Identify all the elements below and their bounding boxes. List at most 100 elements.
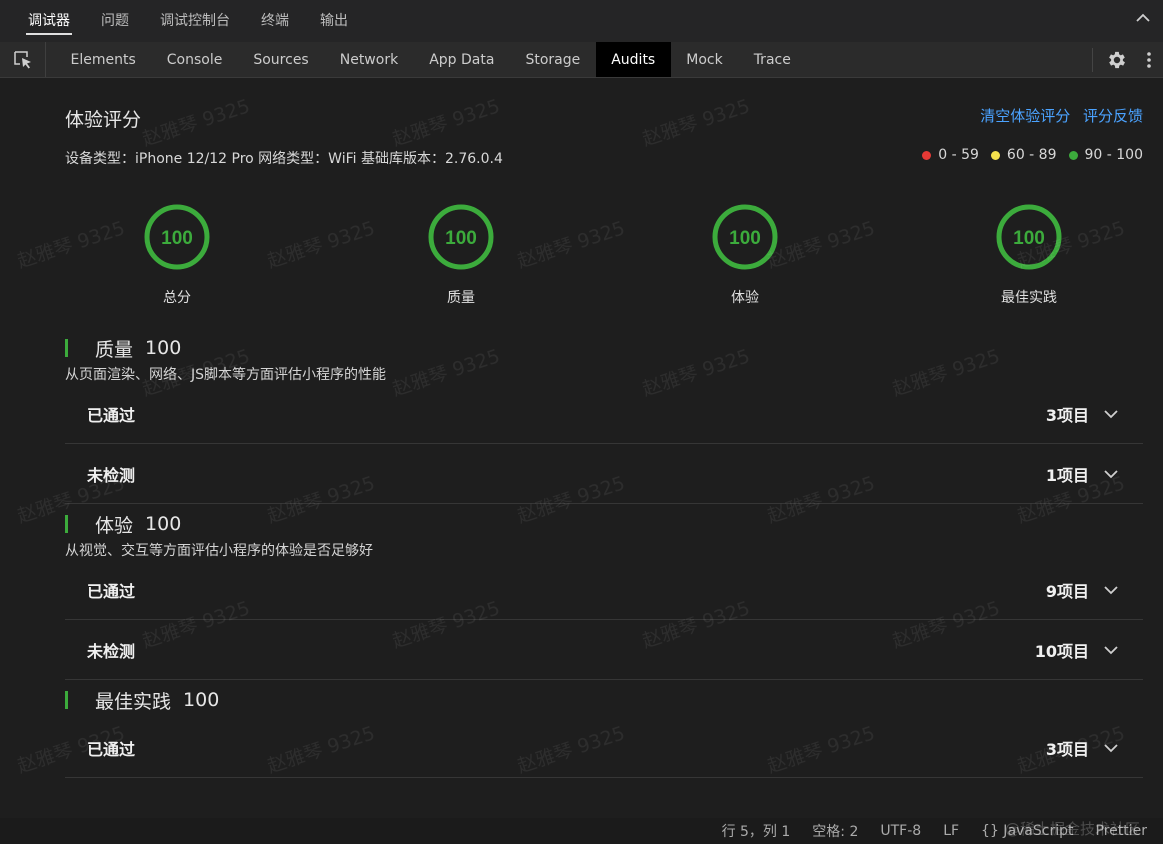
tab-app-data[interactable]: App Data — [414, 42, 510, 77]
clear-score-link[interactable]: 清空体验评分 — [980, 107, 1070, 125]
row-count: 3项目 — [1045, 405, 1089, 425]
audit-row-passed[interactable]: 已通过 9项目 — [65, 560, 1143, 620]
tab-audits[interactable]: Audits — [595, 42, 671, 77]
category-description: 从视觉、交互等方面评估小程序的体验是否足够好 — [65, 543, 373, 559]
feedback-link[interactable]: 评分反馈 — [1083, 107, 1143, 125]
category-header: 最佳实践 100 — [65, 682, 1143, 718]
gauge-experience: 100 体验 — [695, 203, 795, 307]
score-legend: 0 - 59 60 - 89 90 - 100 — [910, 147, 1143, 163]
top-tab-problems[interactable]: 问题 — [101, 0, 129, 42]
audit-row-passed[interactable]: 已通过 3项目 — [65, 384, 1143, 444]
tab-elements[interactable]: Elements — [55, 42, 151, 77]
top-tab-debug-console[interactable]: 调试控制台 — [160, 0, 230, 42]
yellow-dot-icon — [990, 150, 1000, 160]
chevron-down-icon[interactable] — [1103, 406, 1119, 422]
cursor-position[interactable]: 行 5，列 1 — [722, 821, 791, 841]
encoding[interactable]: UTF-8 — [880, 823, 921, 839]
category-quality: 质量 100 从页面渲染、网络、JS脚本等方面评估小程序的性能 已通过 3项目 … — [65, 330, 1143, 504]
audits-panel: 体验评分 设备类型：iPhone 12/12 Pro 网络类型：WiFi 基础库… — [0, 78, 1163, 818]
gauge-ring: 100 — [712, 204, 778, 270]
row-count: 1项目 — [1045, 465, 1089, 485]
category-score: 100 — [145, 337, 182, 359]
row-meta: 3项目 — [1046, 736, 1119, 760]
tab-mock[interactable]: Mock — [671, 42, 738, 77]
inspect-element-icon[interactable] — [0, 42, 46, 77]
divider — [1092, 48, 1093, 72]
legend-label: 90 - 100 — [1084, 147, 1144, 163]
row-meta: 3项目 — [1046, 402, 1119, 426]
tab-trace[interactable]: Trace — [738, 42, 806, 77]
category-header: 体验 100 — [65, 506, 1143, 542]
category-experience: 体验 100 从视觉、交互等方面评估小程序的体验是否足够好 已通过 9项目 未检… — [65, 506, 1143, 680]
gauge-ring: 100 — [996, 204, 1062, 270]
category-score: 100 — [145, 513, 182, 535]
score-gauges: 100 总分 100 质量 100 体验 100 最佳实践 — [65, 178, 1143, 328]
top-tab-output[interactable]: 输出 — [320, 0, 348, 42]
gauge-total: 100 总分 — [127, 203, 227, 307]
row-label: 已通过 — [87, 739, 136, 759]
gauge-best-practice: 100 最佳实践 — [979, 203, 1079, 307]
chevron-down-icon[interactable] — [1103, 466, 1119, 482]
devtools-tab-bar: Elements Console Sources Network App Dat… — [0, 42, 1163, 78]
category-title: 最佳实践 — [95, 690, 172, 713]
top-tab-terminal[interactable]: 终端 — [261, 0, 289, 42]
audit-row-passed[interactable]: 已通过 3项目 — [65, 718, 1143, 778]
category-title: 体验 — [95, 514, 134, 537]
chevron-down-icon[interactable] — [1103, 582, 1119, 598]
gauge-label: 最佳实践 — [1001, 290, 1057, 306]
gauge-ring: 100 — [144, 204, 210, 270]
gear-icon[interactable] — [1105, 48, 1129, 72]
green-dot-icon — [1068, 150, 1078, 160]
top-tab-debugger[interactable]: 调试器 — [26, 0, 72, 42]
row-meta: 9项目 — [1046, 578, 1119, 602]
row-count: 3项目 — [1045, 739, 1089, 759]
top-tab-bar: 调试器 问题 调试控制台 终端 输出 — [0, 0, 1163, 42]
gauge-score: 100 — [729, 228, 761, 249]
formatter[interactable]: Prettier — [1096, 823, 1148, 839]
legend-item-low: 0 - 59 — [922, 147, 979, 163]
gauge-score: 100 — [161, 228, 193, 249]
category-header: 质量 100 — [65, 330, 1143, 366]
audit-row-unchecked[interactable]: 未检测 1项目 — [65, 444, 1143, 504]
row-label: 未检测 — [87, 641, 136, 661]
status-bar: 行 5，列 1 空格: 2 UTF-8 LF {} JavaScript Pre… — [0, 818, 1163, 844]
category-title: 质量 — [95, 338, 134, 361]
legend-label: 0 - 59 — [938, 147, 979, 163]
row-label: 已通过 — [87, 581, 136, 601]
line-ending[interactable]: LF — [943, 823, 959, 839]
row-count: 10项目 — [1034, 641, 1089, 661]
chevron-down-icon[interactable] — [1103, 740, 1119, 756]
language-mode[interactable]: {} JavaScript — [981, 823, 1073, 839]
gauge-score: 100 — [445, 228, 477, 249]
audit-row-unchecked[interactable]: 未检测 10项目 — [65, 620, 1143, 680]
tab-sources[interactable]: Sources — [238, 42, 324, 77]
gauge-ring: 100 — [428, 204, 494, 270]
chevron-down-icon[interactable] — [1103, 642, 1119, 658]
category-accent-bar — [65, 691, 68, 709]
score-header: 体验评分 设备类型：iPhone 12/12 Pro 网络类型：WiFi 基础库… — [65, 78, 1143, 178]
category-accent-bar — [65, 515, 68, 533]
red-dot-icon — [922, 150, 932, 160]
tab-storage[interactable]: Storage — [510, 42, 596, 77]
legend-item-mid: 60 - 89 — [990, 147, 1057, 163]
row-count: 9项目 — [1045, 581, 1089, 601]
gauge-label: 总分 — [163, 290, 191, 306]
row-meta: 1项目 — [1046, 462, 1119, 486]
legend-item-high: 90 - 100 — [1068, 147, 1144, 163]
devtools-actions — [1092, 42, 1163, 78]
gauge-label: 质量 — [447, 290, 475, 306]
row-label: 已通过 — [87, 405, 136, 425]
tab-network[interactable]: Network — [324, 42, 413, 77]
gauge-score: 100 — [1013, 228, 1045, 249]
category-score: 100 — [183, 689, 220, 711]
more-options-icon[interactable] — [1141, 48, 1157, 72]
header-links: 清空体验评分 评分反馈 — [972, 105, 1143, 126]
gauge-quality: 100 质量 — [411, 203, 511, 307]
chevron-up-icon[interactable] — [1133, 8, 1153, 28]
category-accent-bar — [65, 339, 68, 357]
category-best-practice: 最佳实践 100 已通过 3项目 — [65, 682, 1143, 778]
page-title: 体验评分 — [65, 109, 142, 131]
legend-label: 60 - 89 — [1006, 147, 1057, 163]
tab-console[interactable]: Console — [151, 42, 238, 77]
indentation[interactable]: 空格: 2 — [812, 821, 858, 841]
